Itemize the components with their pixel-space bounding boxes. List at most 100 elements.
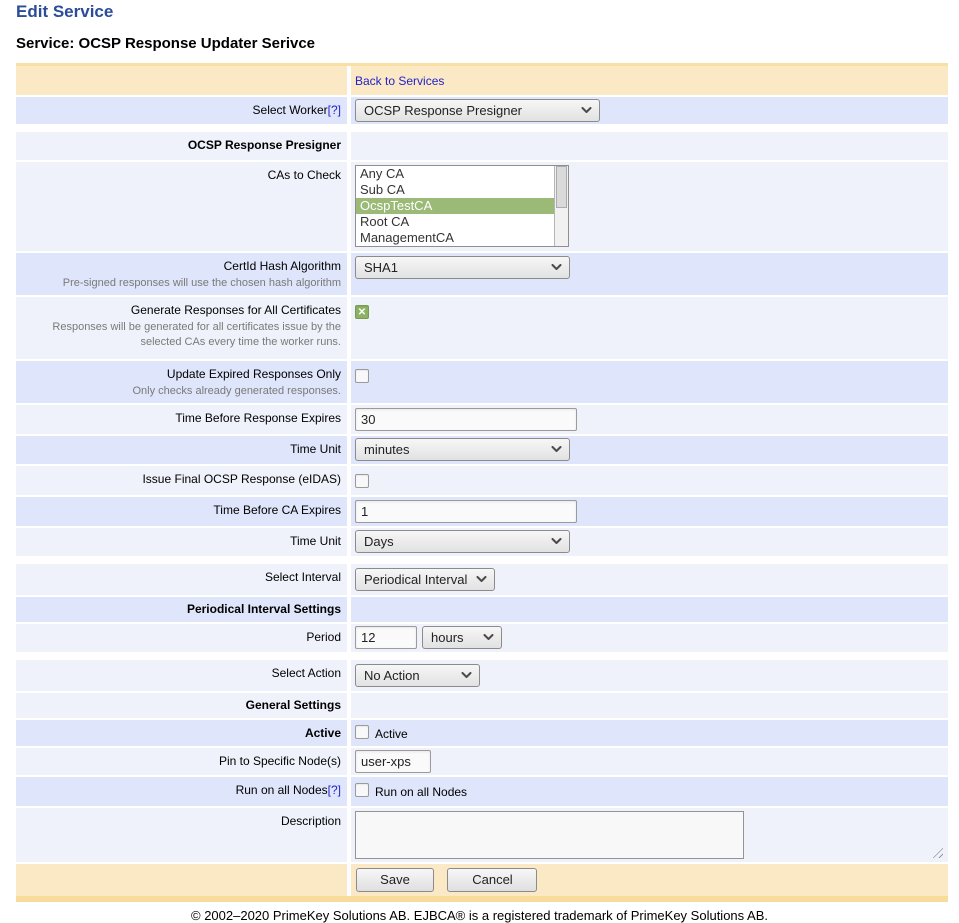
time-before-response-row: Time Before Response Expires [16, 405, 948, 434]
period-unit-value: hours [431, 630, 464, 645]
back-to-services-link[interactable]: Back to Services [355, 74, 444, 88]
cancel-button[interactable]: Cancel [447, 868, 537, 892]
resize-grip-icon[interactable] [930, 845, 943, 858]
pin-nodes-label-cell: Pin to Specific Node(s) [16, 748, 347, 775]
update-expired-label: Update Expired Responses Only [20, 367, 341, 382]
time-unit-response-label: Time Unit [290, 442, 341, 456]
service-edit-form: Back to Services Select Worker[?] OCSP R… [16, 63, 948, 902]
run-all-nodes-checkbox[interactable] [355, 783, 369, 797]
time-before-response-label: Time Before Response Expires [175, 411, 341, 425]
update-expired-checkbox[interactable] [355, 369, 369, 383]
time-unit-ca-label-cell: Time Unit [16, 528, 347, 556]
time-unit-ca-label: Time Unit [290, 534, 341, 548]
update-expired-label-cell: Update Expired Responses Only Only check… [16, 361, 347, 403]
pin-nodes-row: Pin to Specific Node(s) [16, 748, 948, 775]
generate-responses-checkbox[interactable] [355, 305, 369, 319]
time-before-ca-label-cell: Time Before CA Expires [16, 497, 347, 526]
update-expired-row: Update Expired Responses Only Only check… [16, 361, 948, 403]
description-row: Description [16, 808, 948, 862]
run-all-nodes-label-cell: Run on all Nodes[?] [16, 777, 347, 806]
select-worker-help-link[interactable]: [?] [328, 103, 341, 117]
list-option[interactable]: Root CA [356, 214, 554, 230]
period-cell: hours [351, 624, 948, 652]
run-all-nodes-help-link[interactable]: [?] [328, 783, 341, 797]
select-worker-label: Select Worker [253, 103, 328, 117]
select-interval-label-cell: Select Interval [16, 564, 347, 595]
select-interval-row: Select Interval Periodical Interval [16, 564, 948, 595]
time-before-ca-cell [351, 497, 948, 526]
certid-hash-label: CertId Hash Algorithm [20, 259, 341, 274]
time-unit-response-dropdown[interactable]: minutes [355, 438, 570, 461]
select-action-label: Select Action [272, 666, 341, 680]
back-link-cell: Back to Services [351, 66, 948, 95]
time-before-ca-label: Time Before CA Expires [213, 503, 341, 517]
list-option[interactable]: ManagementCA [356, 230, 554, 246]
worker-section-header-cell: OCSP Response Presigner [16, 132, 347, 160]
pin-nodes-label: Pin to Specific Node(s) [219, 754, 341, 768]
scrollbar-thumb[interactable] [556, 166, 567, 208]
empty-cell [16, 864, 347, 896]
pin-nodes-cell [351, 748, 948, 775]
issue-final-label: Issue Final OCSP Response (eIDAS) [142, 472, 341, 486]
chevron-down-icon [551, 264, 562, 271]
description-label-cell: Description [16, 808, 347, 862]
period-unit-dropdown[interactable]: hours [422, 626, 502, 649]
time-unit-response-cell: minutes [351, 436, 948, 464]
time-unit-response-label-cell: Time Unit [16, 436, 347, 464]
generate-responses-cell [351, 297, 948, 359]
cas-to-check-listbox[interactable]: Any CA Sub CA OcspTestCA Root CA Managem… [355, 165, 569, 247]
description-textarea[interactable] [355, 811, 744, 859]
chevron-down-icon [476, 576, 487, 583]
cas-to-check-label-cell: CAs to Check [16, 162, 347, 251]
time-before-ca-input[interactable] [355, 500, 577, 523]
period-value-input[interactable] [355, 626, 417, 649]
run-all-nodes-checkbox-label: Run on all Nodes [375, 785, 467, 799]
list-option-selected[interactable]: OcspTestCA [356, 198, 554, 214]
update-expired-hint: Only checks already generated responses. [20, 384, 341, 399]
listbox-scrollbar[interactable] [554, 166, 568, 246]
time-unit-ca-row: Time Unit Days [16, 528, 948, 556]
run-all-nodes-label: Run on all Nodes [236, 783, 328, 797]
worker-section-header: OCSP Response Presigner [188, 138, 341, 152]
save-button[interactable]: Save [356, 868, 434, 892]
empty-cell [351, 693, 948, 718]
back-link-row: Back to Services [16, 66, 948, 95]
period-row: Period hours [16, 624, 948, 652]
footer-copyright: © 2002–2020 PrimeKey Solutions AB. EJBCA… [0, 902, 959, 923]
chevron-down-icon [551, 446, 562, 453]
pin-nodes-input[interactable] [355, 750, 431, 773]
time-unit-ca-cell: Days [351, 528, 948, 556]
select-action-dropdown[interactable]: No Action [355, 664, 480, 687]
certid-hash-row: CertId Hash Algorithm Pre-signed respons… [16, 253, 948, 295]
worker-section-header-row: OCSP Response Presigner [16, 132, 948, 160]
general-section-header: General Settings [246, 698, 341, 712]
buttons-cell: Save Cancel [351, 864, 948, 896]
time-before-response-input[interactable] [355, 408, 577, 431]
generate-responses-label-cell: Generate Responses for All Certificates … [16, 297, 347, 359]
select-interval-dropdown[interactable]: Periodical Interval [355, 568, 495, 591]
issue-final-checkbox[interactable] [355, 474, 369, 488]
time-unit-ca-dropdown[interactable]: Days [355, 530, 570, 553]
time-before-ca-row: Time Before CA Expires [16, 497, 948, 526]
general-section-header-row: General Settings [16, 693, 948, 718]
empty-cell [351, 132, 948, 160]
select-action-row: Select Action No Action [16, 660, 948, 691]
cas-to-check-label: CAs to Check [268, 168, 341, 182]
list-option[interactable]: Any CA [356, 166, 554, 182]
time-before-response-cell [351, 405, 948, 434]
page-title: Edit Service [0, 0, 959, 22]
select-interval-label: Select Interval [265, 570, 341, 584]
period-label: Period [306, 630, 341, 644]
select-worker-cell: OCSP Response Presigner [351, 97, 948, 124]
certid-hash-dropdown[interactable]: SHA1 [355, 256, 570, 279]
select-worker-row: Select Worker[?] OCSP Response Presigner [16, 97, 948, 124]
list-option[interactable]: Sub CA [356, 182, 554, 198]
select-worker-value: OCSP Response Presigner [364, 103, 522, 118]
select-worker-dropdown[interactable]: OCSP Response Presigner [355, 99, 600, 122]
period-label-cell: Period [16, 624, 347, 652]
issue-final-label-cell: Issue Final OCSP Response (eIDAS) [16, 466, 347, 495]
edit-service-page: Edit Service Service: OCSP Response Upda… [0, 0, 959, 923]
update-expired-cell [351, 361, 948, 403]
generate-responses-label: Generate Responses for All Certificates [20, 303, 341, 318]
active-checkbox[interactable] [355, 725, 369, 739]
